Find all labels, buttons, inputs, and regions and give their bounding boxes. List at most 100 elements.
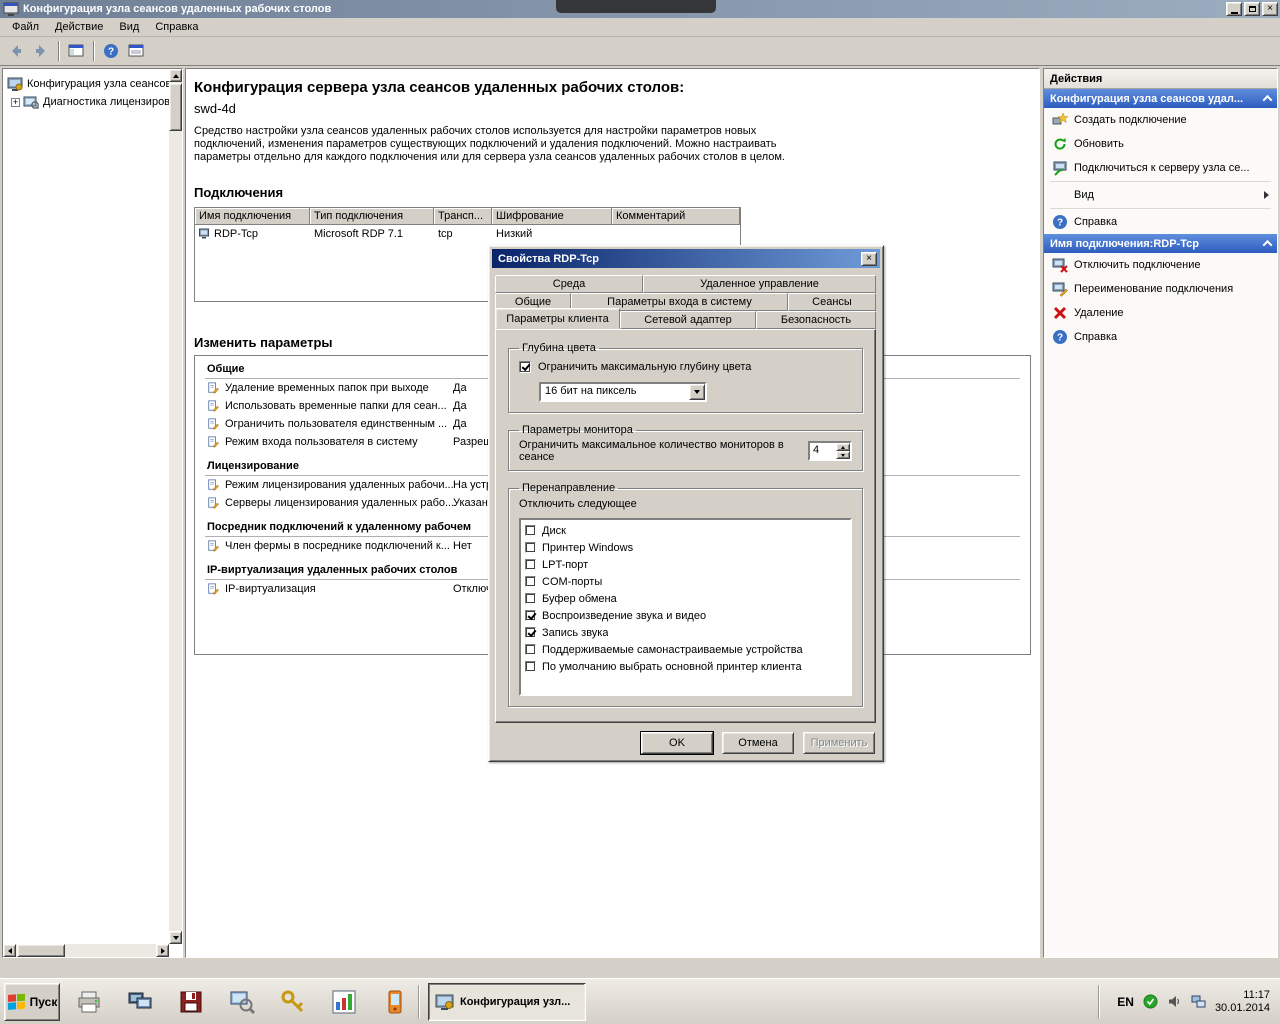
action-view[interactable]: Вид bbox=[1044, 183, 1277, 207]
taskbar-clock[interactable]: 11:17 30.01.2014 bbox=[1215, 989, 1270, 1015]
show-console-tree-button[interactable] bbox=[64, 40, 88, 63]
quicklaunch-key[interactable] bbox=[278, 987, 308, 1017]
tab-sessions[interactable]: Сеансы bbox=[788, 293, 876, 311]
quicklaunch-printer[interactable] bbox=[74, 987, 104, 1017]
action-label: Подключиться к серверу узла се... bbox=[1074, 162, 1250, 174]
redirect-item-lpt-port[interactable]: LPT-порт bbox=[522, 556, 849, 573]
keyboard-layout-indicator[interactable]: EN bbox=[1117, 995, 1134, 1009]
table-row[interactable]: RDP-Tcp Microsoft RDP 7.1 tcp Низкий bbox=[195, 225, 740, 242]
column-header-encryption[interactable]: Шифрование bbox=[492, 208, 612, 225]
redirect-item-audio-recording[interactable]: Запись звука bbox=[522, 624, 849, 641]
redirection-listbox[interactable]: Диск Принтер Windows LPT-порт COM-порты bbox=[519, 518, 852, 696]
network-icon[interactable] bbox=[1191, 994, 1206, 1009]
tab-remote-control[interactable]: Удаленное управление bbox=[643, 275, 876, 293]
menu-file[interactable]: Файл bbox=[4, 19, 47, 35]
quicklaunch-chart[interactable] bbox=[329, 987, 359, 1017]
key-icon bbox=[279, 988, 307, 1016]
redirect-item-windows-printer[interactable]: Принтер Windows bbox=[522, 539, 849, 556]
scroll-right-button[interactable] bbox=[156, 944, 169, 957]
restore-button[interactable] bbox=[1244, 2, 1260, 16]
collapse-chevron-icon[interactable] bbox=[1263, 240, 1273, 250]
default-printer-checkbox[interactable] bbox=[525, 661, 536, 672]
tab-network-adapter[interactable]: Сетевой адаптер bbox=[620, 311, 756, 329]
collapse-chevron-icon[interactable] bbox=[1263, 95, 1273, 105]
drive-checkbox[interactable] bbox=[525, 525, 536, 536]
lpt-port-checkbox[interactable] bbox=[525, 559, 536, 570]
redirect-item-default-printer[interactable]: По умолчанию выбрать основной принтер кл… bbox=[522, 658, 849, 675]
scrollbar-thumb[interactable] bbox=[17, 944, 65, 957]
tree-item-root[interactable]: Конфигурация узла сеансов у... bbox=[3, 75, 182, 93]
column-header-type[interactable]: Тип подключения bbox=[310, 208, 434, 225]
color-depth-combobox[interactable]: 16 бит на пиксель bbox=[539, 382, 707, 402]
status-green-icon[interactable] bbox=[1143, 994, 1158, 1009]
clipboard-checkbox[interactable] bbox=[525, 593, 536, 604]
spinner-down-button[interactable] bbox=[836, 451, 850, 459]
tab-environment[interactable]: Среда bbox=[495, 275, 643, 293]
audio-video-checkbox[interactable] bbox=[525, 610, 536, 621]
taskbar-task-button[interactable]: Конфигурация узл... bbox=[428, 983, 586, 1021]
dialog-titlebar[interactable]: Свойства RDP-Tcp × bbox=[492, 249, 880, 268]
action-connect-to-server[interactable]: Подключиться к серверу узла се... bbox=[1044, 156, 1277, 180]
dialog-buttons: OK Отмена Применить bbox=[641, 732, 875, 754]
audio-recording-checkbox[interactable] bbox=[525, 627, 536, 638]
back-button[interactable] bbox=[4, 40, 28, 63]
action-help[interactable]: ? Справка bbox=[1044, 210, 1277, 234]
max-monitors-spinner[interactable]: 4 bbox=[808, 441, 852, 461]
redirect-item-com-ports[interactable]: COM-порты bbox=[522, 573, 849, 590]
quicklaunch-search-computer[interactable] bbox=[227, 987, 257, 1017]
menu-bar: Файл Действие Вид Справка bbox=[0, 18, 1280, 37]
dialog-close-button[interactable]: × bbox=[861, 252, 877, 266]
spinner-up-button[interactable] bbox=[836, 443, 850, 451]
column-header-transport[interactable]: Трансп... bbox=[434, 208, 492, 225]
actions-section-header-connection[interactable]: Имя подключения:RDP-Tcp bbox=[1044, 234, 1277, 253]
com-ports-checkbox[interactable] bbox=[525, 576, 536, 587]
combobox-dropdown-button[interactable] bbox=[689, 384, 705, 400]
column-header-name[interactable]: Имя подключения bbox=[195, 208, 310, 225]
limit-color-depth-checkbox[interactable] bbox=[519, 361, 531, 373]
close-button[interactable]: × bbox=[1262, 2, 1278, 16]
help-button[interactable]: ? bbox=[99, 40, 123, 63]
ok-button[interactable]: OK bbox=[641, 732, 713, 754]
menu-view[interactable]: Вид bbox=[111, 19, 147, 35]
setting-value: Указан bbox=[453, 497, 488, 509]
redirect-item-clipboard[interactable]: Буфер обмена bbox=[522, 590, 849, 607]
tree-vertical-scrollbar[interactable] bbox=[169, 69, 182, 944]
tree-item-root-label: Конфигурация узла сеансов у... bbox=[27, 78, 182, 90]
action-label: Справка bbox=[1074, 331, 1117, 343]
scroll-down-button[interactable] bbox=[169, 931, 182, 944]
column-header-comment[interactable]: Комментарий bbox=[612, 208, 740, 225]
setting-label: IP-виртуализация bbox=[225, 583, 316, 595]
action-refresh[interactable]: Обновить bbox=[1044, 132, 1277, 156]
actions-section-header-config[interactable]: Конфигурация узла сеансов удал... bbox=[1044, 89, 1277, 108]
action-delete[interactable]: Удаление bbox=[1044, 301, 1277, 325]
action-create-connection[interactable]: Создать подключение bbox=[1044, 108, 1277, 132]
windows-printer-checkbox[interactable] bbox=[525, 542, 536, 553]
redirect-item-pnp-devices[interactable]: Поддерживаемые самонастраиваемые устройс… bbox=[522, 641, 849, 658]
action-disable-connection[interactable]: Отключить подключение bbox=[1044, 253, 1277, 277]
start-button[interactable]: Пуск bbox=[4, 983, 60, 1021]
export-list-button[interactable] bbox=[124, 40, 148, 63]
redirect-item-audio-video[interactable]: Воспроизведение звука и видео bbox=[522, 607, 849, 624]
tab-security[interactable]: Безопасность bbox=[756, 311, 876, 329]
expand-plus-icon[interactable]: + bbox=[11, 98, 20, 107]
redirect-item-label: По умолчанию выбрать основной принтер кл… bbox=[542, 661, 802, 673]
menu-help[interactable]: Справка bbox=[147, 19, 206, 35]
quicklaunch-remote-desktop[interactable] bbox=[125, 987, 155, 1017]
minimize-button[interactable] bbox=[1226, 2, 1242, 16]
cancel-button[interactable]: Отмена bbox=[722, 732, 794, 754]
scroll-left-button[interactable] bbox=[3, 944, 16, 957]
action-rename-connection[interactable]: Переименование подключения bbox=[1044, 277, 1277, 301]
tree-horizontal-scrollbar[interactable] bbox=[3, 944, 169, 957]
scroll-up-button[interactable] bbox=[169, 69, 182, 82]
action-help[interactable]: ? Справка bbox=[1044, 325, 1277, 349]
pnp-devices-checkbox[interactable] bbox=[525, 644, 536, 655]
volume-icon[interactable] bbox=[1167, 994, 1182, 1009]
redirect-item-drive[interactable]: Диск bbox=[522, 522, 849, 539]
menu-action[interactable]: Действие bbox=[47, 19, 111, 35]
quicklaunch-mobile-device[interactable] bbox=[380, 987, 410, 1017]
quicklaunch-save-disk[interactable] bbox=[176, 987, 206, 1017]
forward-button[interactable] bbox=[29, 40, 53, 63]
scrollbar-thumb[interactable] bbox=[169, 83, 182, 131]
tab-client-settings[interactable]: Параметры клиента bbox=[495, 308, 620, 329]
tree-item-licensing[interactable]: + Диагностика лицензирова bbox=[3, 93, 182, 111]
